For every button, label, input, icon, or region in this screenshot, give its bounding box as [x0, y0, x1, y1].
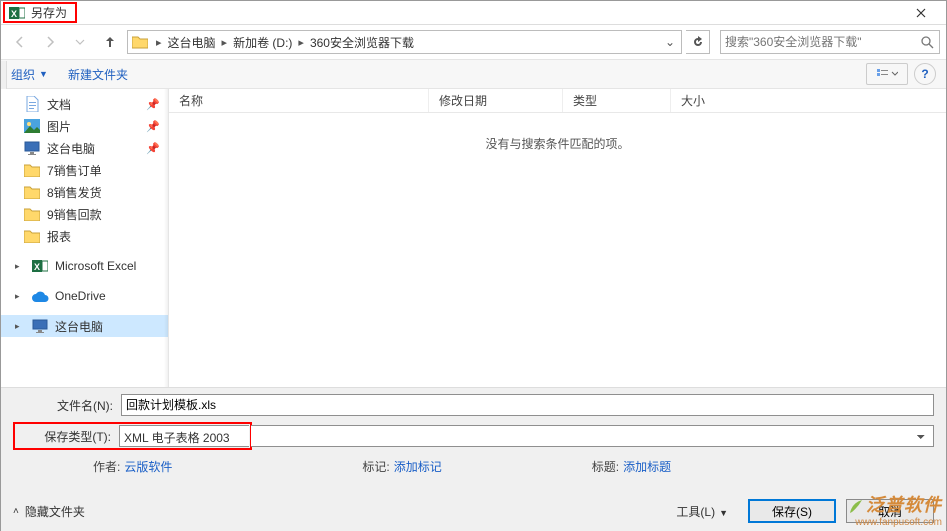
folder-icon	[130, 32, 150, 52]
folder-icon	[23, 227, 41, 245]
title-value[interactable]: 添加标题	[623, 458, 671, 475]
save-button[interactable]: 保存(S)	[748, 499, 836, 523]
column-size[interactable]: 大小	[671, 89, 761, 112]
breadcrumb-dropdown[interactable]: ⌄	[661, 35, 679, 49]
chevron-right-icon[interactable]: ▸	[15, 261, 25, 272]
empty-message: 没有与搜索条件匹配的项。	[169, 113, 946, 387]
nav-bar: ▸ 这台电脑 ▸ 新加卷 (D:) ▸ 360安全浏览器下载 ⌄	[1, 25, 946, 59]
filetype-label: 保存类型(T):	[16, 428, 119, 445]
pin-icon: 📌	[146, 142, 160, 155]
breadcrumb-seg[interactable]: 360安全浏览器下载	[310, 34, 414, 51]
sidebar-item-label: OneDrive	[55, 289, 106, 303]
search-input[interactable]	[725, 35, 919, 49]
chevron-right-icon[interactable]: ▸	[216, 36, 234, 49]
nav-forward-button[interactable]	[37, 31, 63, 53]
filetype-field[interactable]	[251, 425, 934, 447]
sidebar-item-thispc-selected[interactable]: ▸ 这台电脑	[1, 315, 168, 337]
folder-icon	[23, 205, 41, 223]
chevron-right-icon[interactable]: ▸	[150, 36, 168, 49]
svg-text:X: X	[11, 9, 17, 19]
cancel-button[interactable]: 取消	[846, 499, 934, 523]
nav-recent-button[interactable]	[67, 31, 93, 53]
filename-field[interactable]: 回款计划模板.xls	[121, 394, 934, 416]
view-button[interactable]	[866, 63, 908, 85]
chevron-down-icon: ▼	[39, 69, 48, 79]
excel-icon: X	[9, 5, 25, 21]
filetype-value-visible[interactable]: XML 电子表格 2003	[119, 425, 249, 447]
chevron-right-icon[interactable]: ▸	[15, 321, 25, 332]
column-date[interactable]: 修改日期	[429, 89, 563, 112]
sidebar-item-label: 8销售发货	[47, 184, 102, 201]
tag-label: 标记:	[362, 458, 389, 475]
search-icon[interactable]	[919, 36, 935, 49]
new-folder-button[interactable]: 新建文件夹	[68, 66, 128, 83]
sidebar-item-folder[interactable]: 9销售回款	[1, 203, 168, 225]
folder-icon	[23, 183, 41, 201]
picture-icon	[23, 117, 41, 135]
document-icon	[23, 95, 41, 113]
sidebar-item-thispc[interactable]: 这台电脑 📌	[1, 137, 168, 159]
toolbar: 组织▼ 新建文件夹 ?	[1, 59, 946, 89]
column-header: 名称 修改日期 类型 大小	[169, 89, 946, 113]
sidebar-item-label: 7销售订单	[47, 162, 102, 179]
main-area: 文档 📌 图片 📌 这台电脑 📌 7销售订单 8销售发货 9销售回款 报表	[1, 89, 946, 387]
file-list-area: 名称 修改日期 类型 大小 没有与搜索条件匹配的项。	[169, 89, 946, 387]
sidebar-item-documents[interactable]: 文档 📌	[1, 93, 168, 115]
sidebar-item-label: Microsoft Excel	[55, 259, 136, 273]
footer: ˄隐藏文件夹 工具(L)▼ 保存(S) 取消	[13, 499, 934, 523]
close-button[interactable]	[898, 2, 944, 24]
monitor-icon	[23, 139, 41, 157]
filename-row: 文件名(N): 回款计划模板.xls	[13, 394, 934, 416]
sidebar-item-label: 文档	[47, 96, 71, 113]
sidebar-item-folder[interactable]: 8销售发货	[1, 181, 168, 203]
breadcrumb-seg[interactable]: 这台电脑	[168, 34, 216, 51]
chevron-right-icon[interactable]: ▸	[292, 36, 310, 49]
chevron-down-icon: ▼	[719, 508, 728, 518]
sidebar: 文档 📌 图片 📌 这台电脑 📌 7销售订单 8销售发货 9销售回款 报表	[1, 89, 169, 387]
titlebar: X 另存为	[1, 1, 946, 25]
meta-row: 作者: 云版软件 标记: 添加标记 标题: 添加标题	[13, 458, 934, 475]
refresh-button[interactable]	[686, 30, 710, 54]
chevron-right-icon[interactable]: ▸	[15, 291, 25, 302]
filetype-row: 保存类型(T): XML 电子表格 2003	[13, 422, 934, 450]
organize-button[interactable]: 组织▼	[11, 66, 48, 83]
svg-text:X: X	[34, 262, 40, 272]
tag-value[interactable]: 添加标记	[394, 458, 442, 475]
help-button[interactable]: ?	[914, 63, 936, 85]
monitor-icon	[31, 317, 49, 335]
sidebar-item-label: 这台电脑	[47, 140, 95, 157]
sidebar-item-pictures[interactable]: 图片 📌	[1, 115, 168, 137]
breadcrumb-seg[interactable]: 新加卷 (D:)	[233, 34, 292, 51]
filetype-highlight: 保存类型(T): XML 电子表格 2003	[13, 422, 252, 450]
cloud-icon	[31, 287, 49, 305]
sidebar-item-onedrive[interactable]: ▸ OneDrive	[1, 285, 168, 307]
filename-label: 文件名(N):	[13, 397, 121, 414]
breadcrumb[interactable]: ▸ 这台电脑 ▸ 新加卷 (D:) ▸ 360安全浏览器下载 ⌄	[127, 30, 682, 54]
tools-button[interactable]: 工具(L)▼	[676, 503, 728, 520]
sidebar-item-excel[interactable]: ▸ X Microsoft Excel	[1, 255, 168, 277]
hide-folders-button[interactable]: ˄隐藏文件夹	[13, 503, 85, 520]
caret-up-icon: ˄	[13, 506, 19, 517]
sidebar-item-label: 9销售回款	[47, 206, 102, 223]
column-type[interactable]: 类型	[563, 89, 671, 112]
window-title: 另存为	[31, 4, 73, 21]
author-value[interactable]: 云版软件	[124, 458, 172, 475]
sidebar-item-folder[interactable]: 7销售订单	[1, 159, 168, 181]
pin-icon: 📌	[146, 120, 160, 133]
author-label: 作者:	[93, 458, 120, 475]
sidebar-item-label: 这台电脑	[55, 318, 103, 335]
bottom-panel: 文件名(N): 回款计划模板.xls 保存类型(T): XML 电子表格 200…	[1, 387, 946, 531]
search-box[interactable]	[720, 30, 940, 54]
sidebar-item-label: 图片	[47, 118, 71, 135]
sidebar-item-folder[interactable]: 报表	[1, 225, 168, 247]
title-highlight: X 另存为	[3, 2, 77, 23]
title-label: 标题:	[592, 458, 619, 475]
pin-icon: 📌	[146, 98, 160, 111]
folder-icon	[23, 161, 41, 179]
nav-up-button[interactable]	[97, 31, 123, 53]
excel-icon: X	[31, 257, 49, 275]
nav-back-button[interactable]	[7, 31, 33, 53]
sidebar-item-label: 报表	[47, 228, 71, 245]
column-name[interactable]: 名称	[169, 89, 429, 112]
